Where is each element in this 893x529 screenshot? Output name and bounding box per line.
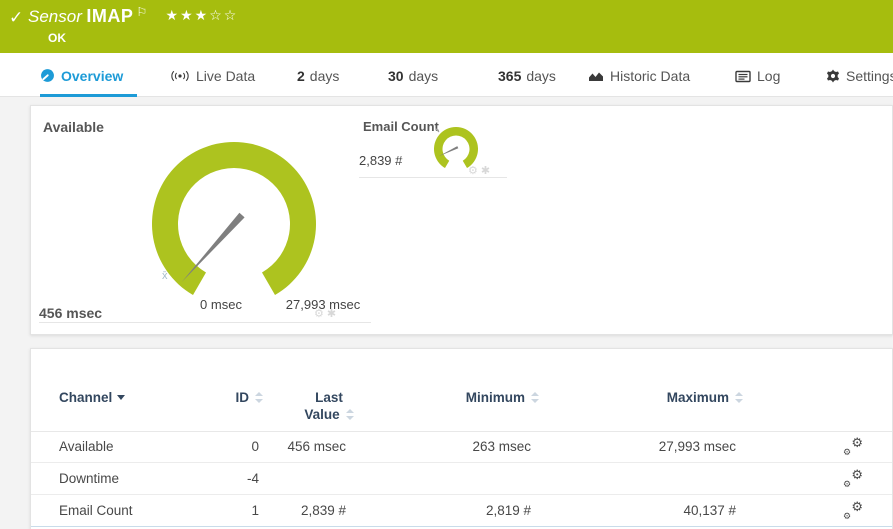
available-current-value: 456 msec	[39, 305, 103, 321]
gear-icon[interactable]: ⚙	[468, 165, 481, 177]
available-gauge-label: Available	[43, 119, 104, 135]
minimum-value: 263 msec	[472, 439, 531, 454]
tab-365-days-number: 365	[498, 68, 522, 84]
tab-30-days-label: days	[408, 68, 439, 84]
page-title: Sensor IMAP ⚐ ★★★☆☆	[28, 5, 238, 27]
gear-icon: ⚙	[843, 479, 852, 489]
tab-overview[interactable]: Overview	[40, 53, 138, 97]
channel-settings-icon[interactable]: ⚙ ⚙	[843, 435, 863, 457]
sort-icon	[345, 409, 354, 420]
maximum-value: 40,137 #	[683, 503, 736, 518]
tab-historic-data-label: Historic Data	[610, 68, 691, 84]
column-header-id[interactable]: ID	[181, 389, 263, 406]
gear-icon: ⚙	[851, 467, 863, 482]
maximum-value: 27,993 msec	[658, 439, 736, 454]
gear-icon: ⚙	[843, 511, 852, 521]
sensor-header: ✓ Sensor IMAP ⚐ ★★★☆☆ OK	[0, 0, 893, 53]
tab-2-days[interactable]: 2 days	[297, 53, 339, 97]
priority-stars-icon[interactable]: ★★★☆☆	[166, 7, 239, 23]
column-header-minimum-label: Minimum	[465, 390, 525, 405]
status-badge: OK	[48, 31, 66, 45]
table-row-downtime: Downtime -4 ⚙ ⚙	[31, 463, 892, 495]
channel-id: -4	[246, 471, 259, 486]
sort-desc-icon	[117, 395, 126, 400]
column-header-maximum[interactable]: Maximum	[551, 389, 743, 406]
last-value: 2,839 #	[300, 503, 346, 518]
channel-name: Available	[59, 439, 114, 454]
channel-name: Downtime	[59, 471, 120, 486]
pin-icon[interactable]: ✱	[481, 165, 493, 177]
column-header-channel[interactable]: Channel	[59, 389, 126, 406]
mean-marker: x̄	[162, 270, 168, 282]
gear-icon	[827, 69, 839, 83]
tab-overview-label: Overview	[61, 68, 124, 84]
tab-2-days-label: days	[309, 68, 340, 84]
tab-settings[interactable]: Settings	[826, 53, 893, 97]
sort-icon	[254, 392, 263, 403]
tab-bar: Overview Live Data 2 days 30 days 365 days …	[0, 53, 893, 97]
gear-icon: ⚙	[851, 435, 863, 450]
table-row-available: Available 0 456 msec 263 msec 27,993 mse…	[31, 431, 892, 463]
status-check-icon: ✓	[9, 8, 24, 27]
gauge-config-icons[interactable]: ⚙✱	[468, 164, 493, 177]
log-icon	[735, 70, 751, 83]
tab-365-days[interactable]: 365 days	[498, 53, 556, 97]
tab-log-label: Log	[757, 68, 781, 84]
gear-icon[interactable]: ⚙	[314, 308, 327, 320]
column-header-maximum-label: Maximum	[666, 390, 729, 405]
last-value: 456 msec	[287, 439, 346, 454]
email-count-current-value: 2,839 #	[359, 153, 403, 168]
tab-live-data[interactable]: Live Data	[170, 53, 255, 97]
tab-live-data-label: Live Data	[196, 68, 256, 84]
channel-settings-icon[interactable]: ⚙ ⚙	[843, 499, 863, 521]
gauge-icon	[41, 69, 54, 82]
column-header-last-value-label: Last Value	[304, 390, 343, 422]
available-gauge[interactable]	[134, 124, 334, 324]
row-separator	[31, 526, 892, 527]
channel-name: Email Count	[59, 503, 133, 518]
area-chart-icon	[589, 72, 603, 81]
pin-icon[interactable]: ✱	[327, 308, 339, 320]
sensor-type-label: Sensor	[28, 7, 82, 26]
tab-log[interactable]: Log	[735, 53, 780, 97]
column-header-last-value[interactable]: Last Value	[299, 389, 359, 423]
gauge-needle	[181, 212, 245, 282]
page-content: Available x̄ 0 msec 27,993 msec 456 msec…	[0, 97, 893, 529]
tab-365-days-label: days	[526, 68, 556, 84]
channel-id: 0	[251, 439, 259, 454]
sensor-name: IMAP	[86, 6, 134, 26]
broadcast-icon	[171, 70, 189, 82]
channel-id: 1	[251, 503, 259, 518]
tab-settings-label: Settings	[846, 68, 893, 84]
gear-icon: ⚙	[843, 447, 852, 457]
gauge-scale-min: 0 msec	[200, 297, 242, 312]
gauge-cell-divider	[359, 177, 507, 178]
column-header-id-label: ID	[235, 390, 250, 405]
gear-icon: ⚙	[851, 499, 863, 514]
tab-30-days-number: 30	[388, 68, 404, 84]
sort-icon	[734, 392, 743, 403]
tab-historic-data[interactable]: Historic Data	[588, 53, 690, 97]
channel-settings-icon[interactable]: ⚙ ⚙	[843, 467, 863, 489]
tab-30-days[interactable]: 30 days	[388, 53, 438, 97]
gauge-cell-divider	[39, 322, 371, 323]
table-row-email-count: Email Count 1 2,839 # 2,819 # 40,137 # ⚙…	[31, 495, 892, 527]
minimum-value: 2,819 #	[485, 503, 531, 518]
flag-icon[interactable]: ⚐	[136, 5, 147, 19]
channels-table-panel: Channel ID Last Value Minimum Maximum Av…	[30, 348, 893, 529]
sort-icon	[530, 392, 539, 403]
column-header-channel-label: Channel	[59, 390, 113, 405]
gauge-config-icons[interactable]: ⚙✱	[314, 307, 339, 320]
tab-2-days-number: 2	[297, 68, 305, 84]
gauges-panel: Available x̄ 0 msec 27,993 msec 456 msec…	[30, 105, 893, 335]
column-header-minimum[interactable]: Minimum	[361, 389, 539, 406]
